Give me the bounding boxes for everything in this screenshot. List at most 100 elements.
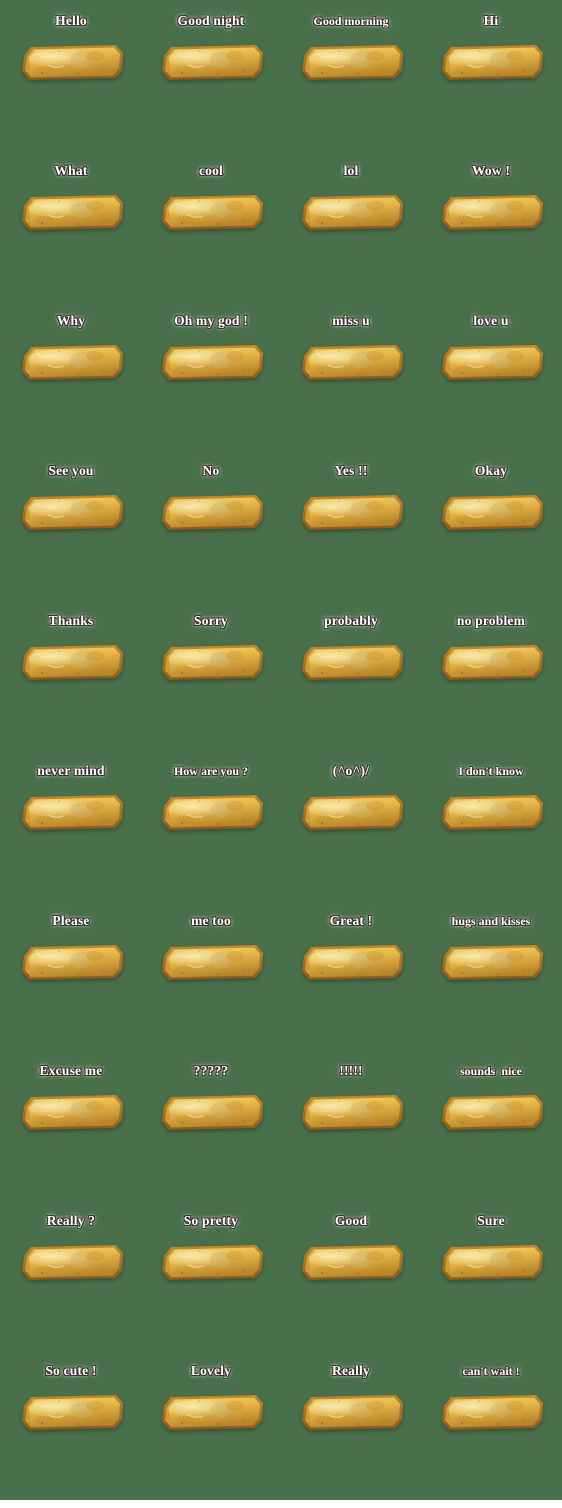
sticker-caption: !!!!! [339, 1063, 363, 1078]
toast-bread-icon [295, 790, 407, 836]
toast-bread-icon [15, 490, 127, 536]
sticker-item[interactable]: (^o^)/ [281, 758, 421, 908]
sticker-caption: How are you ? [173, 764, 249, 778]
sticker-item[interactable]: !!!!! [281, 1058, 421, 1208]
sticker-item[interactable]: What [1, 158, 141, 308]
toast-bread-icon [155, 190, 267, 236]
sticker-item[interactable]: never mind [1, 758, 141, 908]
sticker-caption: no problem [456, 613, 526, 628]
sticker-item[interactable]: Sure [421, 1208, 561, 1358]
toast-bread-icon [295, 940, 407, 986]
toast-bread-icon [435, 190, 547, 236]
sticker-item[interactable]: Sorry [141, 608, 281, 758]
sticker-caption: can't wait ! [462, 1364, 520, 1378]
sticker-grid: Hello Good night Good morning Hi What cool lol… [0, 0, 562, 1500]
sticker-caption: Hi [483, 13, 499, 28]
sticker-item[interactable]: Really ? [1, 1208, 141, 1358]
sticker-item[interactable]: So pretty [141, 1208, 281, 1358]
sticker-caption: So pretty [183, 1213, 239, 1228]
toast-bread-icon [295, 640, 407, 686]
sticker-caption: hugs and kisses [451, 914, 531, 928]
toast-bread-icon [435, 340, 547, 386]
sticker-item[interactable]: Really [281, 1358, 421, 1508]
sticker-item[interactable]: probably [281, 608, 421, 758]
sticker-item[interactable]: love u [421, 308, 561, 458]
sticker-caption: never mind [37, 763, 105, 778]
sticker-caption: Good night [177, 13, 245, 28]
sticker-item[interactable]: Wow ! [421, 158, 561, 308]
sticker-caption: Great ! [329, 913, 373, 928]
sticker-item[interactable]: sounds nice [421, 1058, 561, 1208]
sticker-caption: Sure [477, 1213, 505, 1228]
sticker-item[interactable]: Excuse me [1, 1058, 141, 1208]
sticker-caption: I don't know [458, 764, 524, 778]
sticker-caption: Good [334, 1213, 368, 1228]
toast-bread-icon [155, 790, 267, 836]
toast-bread-icon [155, 940, 267, 986]
sticker-caption: So cute ! [45, 1363, 97, 1378]
sticker-caption: Lovely [190, 1363, 232, 1378]
toast-bread-icon [15, 640, 127, 686]
sticker-sheet: Hello Good night Good morning Hi What cool lol… [0, 0, 562, 1500]
toast-bread-icon [155, 640, 267, 686]
toast-bread-icon [15, 940, 127, 986]
toast-bread-icon [15, 340, 127, 386]
sticker-item[interactable]: Good morning [281, 8, 421, 158]
sticker-caption: ????? [193, 1063, 229, 1078]
sticker-caption: Sorry [194, 613, 228, 628]
sticker-item[interactable]: Lovely [141, 1358, 281, 1508]
sticker-caption: No [202, 463, 220, 478]
sticker-item[interactable]: Why [1, 308, 141, 458]
toast-bread-icon [15, 1090, 127, 1136]
sticker-item[interactable]: Hi [421, 8, 561, 158]
sticker-item[interactable]: Yes !! [281, 458, 421, 608]
toast-bread-icon [295, 340, 407, 386]
toast-bread-icon [295, 490, 407, 536]
sticker-item[interactable]: I don't know [421, 758, 561, 908]
sticker-item[interactable]: See you [1, 458, 141, 608]
toast-bread-icon [155, 1240, 267, 1286]
sticker-caption: lol [343, 163, 359, 178]
sticker-caption: (^o^)/ [332, 763, 370, 778]
toast-bread-icon [435, 490, 547, 536]
sticker-item[interactable]: hugs and kisses [421, 908, 561, 1058]
sticker-caption: Really ? [46, 1213, 96, 1228]
sticker-item[interactable]: No [141, 458, 281, 608]
toast-bread-icon [435, 40, 547, 86]
toast-bread-icon [155, 490, 267, 536]
toast-bread-icon [435, 1240, 547, 1286]
toast-bread-icon [15, 1390, 127, 1436]
sticker-caption: Yes !! [334, 463, 368, 478]
sticker-caption: Excuse me [39, 1063, 103, 1078]
sticker-item[interactable]: Thanks [1, 608, 141, 758]
toast-bread-icon [295, 40, 407, 86]
sticker-item[interactable]: Please [1, 908, 141, 1058]
sticker-item[interactable]: cool [141, 158, 281, 308]
sticker-item[interactable]: Okay [421, 458, 561, 608]
sticker-item[interactable]: Good [281, 1208, 421, 1358]
sticker-caption: Okay [474, 463, 508, 478]
sticker-item[interactable]: Good night [141, 8, 281, 158]
sticker-item[interactable]: can't wait ! [421, 1358, 561, 1508]
sticker-caption: Please [52, 913, 90, 928]
toast-bread-icon [295, 190, 407, 236]
sticker-caption: love u [473, 313, 509, 328]
sticker-item[interactable]: Hello [1, 8, 141, 158]
toast-bread-icon [295, 1240, 407, 1286]
sticker-item[interactable]: ????? [141, 1058, 281, 1208]
sticker-caption: sounds nice [459, 1064, 523, 1078]
sticker-item[interactable]: no problem [421, 608, 561, 758]
toast-bread-icon [435, 640, 547, 686]
sticker-item[interactable]: me too [141, 908, 281, 1058]
sticker-item[interactable]: Great ! [281, 908, 421, 1058]
sticker-caption: Oh my god ! [174, 313, 248, 328]
sticker-item[interactable]: lol [281, 158, 421, 308]
toast-bread-icon [435, 940, 547, 986]
sticker-item[interactable]: miss u [281, 308, 421, 458]
sticker-item[interactable]: Oh my god ! [141, 308, 281, 458]
sticker-caption: Really [332, 1363, 370, 1378]
sticker-caption: See you [48, 463, 94, 478]
sticker-item[interactable]: How are you ? [141, 758, 281, 908]
toast-bread-icon [435, 790, 547, 836]
sticker-item[interactable]: So cute ! [1, 1358, 141, 1508]
